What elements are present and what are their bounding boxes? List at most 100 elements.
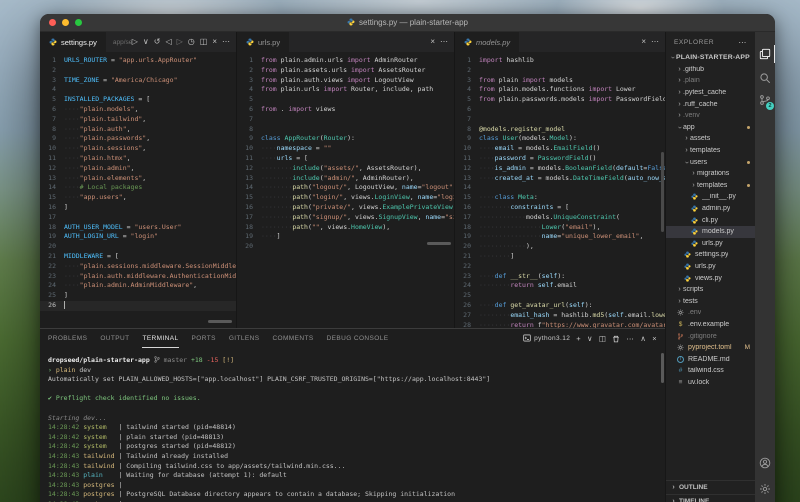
split-icon[interactable]: ◫ <box>599 334 607 343</box>
explorer-item-.venv[interactable]: ›.venv <box>666 110 755 122</box>
code-line[interactable]: 15····"app.users", <box>40 193 236 203</box>
code-line[interactable]: 24········return self.email <box>455 281 665 291</box>
panel-tab-comments[interactable]: COMMENTS <box>272 329 313 348</box>
code-line[interactable]: 2 <box>455 66 665 76</box>
split-icon[interactable]: ◫ <box>200 38 208 46</box>
explorer-icon[interactable] <box>755 43 775 65</box>
code-line[interactable]: 1import hashlib <box>455 56 665 66</box>
panel-tab-gitlens[interactable]: GITLENS <box>229 329 260 348</box>
code-line[interactable]: 16········path("private/", views.Example… <box>237 203 454 213</box>
code-line[interactable]: 4from plain.urls import Router, include,… <box>237 85 454 95</box>
clock-icon[interactable]: ◷ <box>188 38 195 46</box>
code-line[interactable]: 10····email = models.EmailField() <box>455 144 665 154</box>
code-line[interactable]: 5INSTALLED_PACKAGES = [ <box>40 95 236 105</box>
code-line[interactable]: 23····"plain.auth.middleware.Authenticat… <box>40 272 236 282</box>
explorer-item-assets[interactable]: ›assets <box>666 133 755 145</box>
zoom-window-button[interactable] <box>75 19 82 26</box>
code-line[interactable]: 14 <box>455 183 665 193</box>
close-icon[interactable]: × <box>641 38 646 46</box>
explorer-item-.gitignore[interactable]: .gitignore <box>666 330 755 342</box>
tab-settings-py[interactable]: settings.py <box>40 32 107 52</box>
code-line[interactable]: 8 <box>237 125 454 135</box>
code-line[interactable]: 17············models.UniqueConstraint( <box>455 213 665 223</box>
code-line[interactable]: 12········include("assets/", AssetsRoute… <box>237 164 454 174</box>
code-line[interactable]: 19····] <box>237 232 454 242</box>
account-icon[interactable] <box>755 452 775 474</box>
code-line[interactable]: 10····"plain.sessions", <box>40 144 236 154</box>
code-line[interactable]: 8····"plain.auth", <box>40 125 236 135</box>
code-line[interactable]: 11····urls = [ <box>237 154 454 164</box>
run-icon[interactable]: ▷ <box>132 38 138 46</box>
arrow-right-icon[interactable]: ▷ <box>177 38 183 46</box>
explorer-item-models.py[interactable]: models.py <box>666 226 755 238</box>
code-line[interactable]: 11····password = PasswordField() <box>455 154 665 164</box>
explorer-item-scripts[interactable]: ›scripts <box>666 284 755 296</box>
explorer-item-.github[interactable]: ›.github <box>666 64 755 76</box>
horizontal-scrollbar[interactable] <box>208 320 232 323</box>
code-line[interactable]: 13········include("admin/", AdminRouter)… <box>237 174 454 184</box>
code-line[interactable]: 19················name="unique_lower_ema… <box>455 232 665 242</box>
close-icon[interactable]: × <box>212 38 217 46</box>
code-line[interactable]: 5from plain.passwords.models import Pass… <box>455 95 665 105</box>
code-line[interactable]: 12····is_admin = models.BooleanField(def… <box>455 164 665 174</box>
code-line[interactable]: 1URLS_ROUTER = "app.urls.AppRouter" <box>40 56 236 66</box>
code-line[interactable]: 12····"plain.admin", <box>40 164 236 174</box>
code-line[interactable]: 22····"plain.sessions.middleware.Session… <box>40 262 236 272</box>
explorer-item-pyproject.toml[interactable]: pyproject.tomlM <box>666 342 755 354</box>
code-line[interactable]: 16] <box>40 203 236 213</box>
more-icon[interactable]: ⋯ <box>626 334 634 343</box>
sidebar-section-outline[interactable]: ›OUTLINE <box>666 480 755 494</box>
caret-icon[interactable]: ∨ <box>143 38 149 46</box>
code-line[interactable]: 15····class Meta: <box>455 193 665 203</box>
shell-selector[interactable]: python3.12 <box>523 334 570 344</box>
explorer-item-.env[interactable]: .env <box>666 307 755 319</box>
more-icon[interactable]: ⋯ <box>440 38 448 46</box>
code-line[interactable]: 22 <box>455 262 665 272</box>
vertical-scrollbar[interactable] <box>661 152 664 232</box>
code-line[interactable]: 6····"plain.models", <box>40 105 236 115</box>
panel-tab-ports[interactable]: PORTS <box>192 329 216 348</box>
code-line[interactable]: 16········constraints = [ <box>455 203 665 213</box>
code-line[interactable]: 18········path("", views.HomeView), <box>237 223 454 233</box>
code-line[interactable]: 7 <box>455 115 665 125</box>
code-line[interactable]: 9····"plain.passwords", <box>40 134 236 144</box>
code-editor[interactable]: 1import hashlib23from plain import model… <box>455 52 665 328</box>
settings-icon[interactable] <box>755 478 775 500</box>
explorer-item-templates[interactable]: ›templates <box>666 145 755 157</box>
code-line[interactable]: 5 <box>237 95 454 105</box>
code-line[interactable]: 19AUTH_LOGIN_URL = "login" <box>40 232 236 242</box>
terminal-output[interactable]: dropseed/plain-starter-app master +18 -1… <box>40 348 665 502</box>
more-icon[interactable]: ⋯ <box>222 38 230 46</box>
code-line[interactable]: 25] <box>40 291 236 301</box>
code-line[interactable]: 14····# Local packages <box>40 183 236 193</box>
search-icon[interactable] <box>755 67 775 89</box>
tab-models-py[interactable]: models.py <box>455 32 520 52</box>
code-line[interactable]: 15········path("login/", views.LoginView… <box>237 193 454 203</box>
code-line[interactable]: 2from plain.assets.urls import AssetsRou… <box>237 66 454 76</box>
panel-tab-debug-console[interactable]: DEBUG CONSOLE <box>327 329 389 348</box>
arrow-left-icon[interactable]: ◁ <box>165 38 171 46</box>
explorer-item-settings.py[interactable]: settings.py <box>666 249 755 261</box>
code-line[interactable]: 3from plain import models <box>455 76 665 86</box>
explorer-item-tailwind.css[interactable]: #tailwind.css <box>666 365 755 377</box>
code-line[interactable]: 7····"plain.tailwind", <box>40 115 236 125</box>
code-line[interactable]: 24····"plain.admin.AdminMiddleware", <box>40 281 236 291</box>
code-line[interactable]: 10····namespace = "" <box>237 144 454 154</box>
explorer-item-.pytest_cache[interactable]: ›.pytest_cache <box>666 87 755 99</box>
explorer-item-users[interactable]: ›users <box>666 156 755 168</box>
more-actions-icon[interactable]: ⋯ <box>738 38 747 47</box>
chevron-up-icon[interactable]: ∧ <box>640 334 646 343</box>
code-line[interactable]: 7 <box>237 115 454 125</box>
explorer-item-admin.py[interactable]: admin.py <box>666 203 755 215</box>
explorer-item-urls.py[interactable]: urls.py <box>666 238 755 250</box>
tab-urls-py[interactable]: urls.py <box>237 32 290 52</box>
code-line[interactable]: 26 <box>40 301 236 311</box>
explorer-item-.ruff_cache[interactable]: ›.ruff_cache <box>666 98 755 110</box>
code-line[interactable]: 6 <box>455 105 665 115</box>
explorer-item-.plain[interactable]: ›.plain <box>666 75 755 87</box>
code-line[interactable]: 17········path("signup/", views.SignupVi… <box>237 213 454 223</box>
close-icon[interactable]: × <box>652 334 657 343</box>
horizontal-scrollbar[interactable] <box>427 242 451 245</box>
code-line[interactable]: 25 <box>455 291 665 301</box>
code-line[interactable]: 26····def get_avatar_url(self): <box>455 301 665 311</box>
